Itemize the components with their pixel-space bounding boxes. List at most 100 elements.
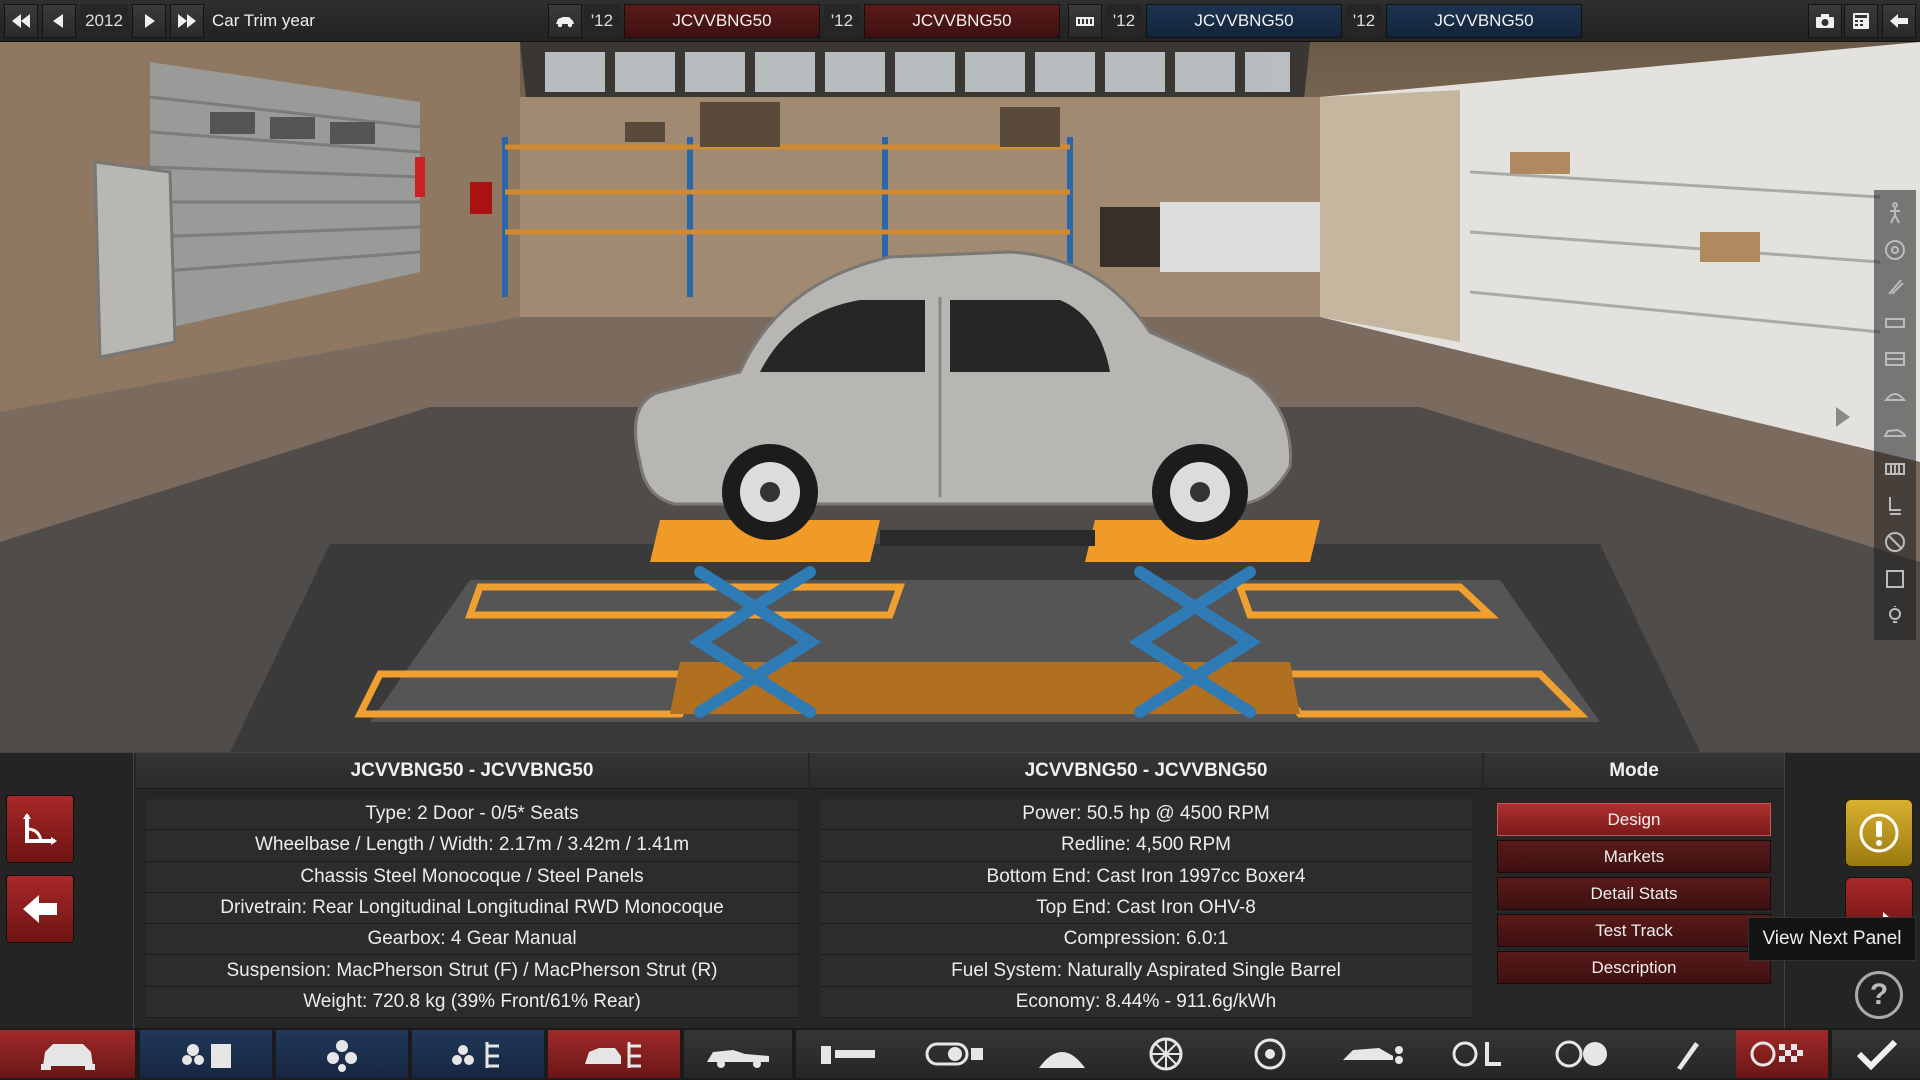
rim-icon [1149,1037,1183,1071]
car-body-icon[interactable] [548,4,582,38]
no-entry-icon[interactable] [1878,525,1912,559]
brakes-tool[interactable] [1216,1030,1324,1078]
garage-viewport[interactable] [0,42,1920,752]
stat-weight: Weight: 720.8 kg (39% Front/61% Rear) [146,986,798,1019]
engine-stats-list: Power: 50.5 hp @ 4500 RPM Redline: 4,500… [820,799,1472,1019]
axis-view-button[interactable] [6,795,74,863]
slot4-year: '12 [1346,4,1382,38]
brake-disc-icon [1254,1038,1286,1070]
car-side-icon [707,1050,769,1068]
suspension-tool[interactable] [1008,1030,1116,1078]
slot1-name[interactable]: JCVVBNG50 [624,4,820,38]
trim-tool[interactable] [548,1030,680,1078]
car-roof-icon[interactable] [1878,379,1912,413]
exclamation-icon [1859,813,1899,853]
interior-tool[interactable] [1424,1030,1532,1078]
trim-year-label: Car Trim year [212,11,315,30]
stat-power: Power: 50.5 hp @ 4500 RPM [820,799,1472,831]
safety-tool[interactable] [1528,1030,1636,1078]
stat-type: Type: 2 Door - 0/5* Seats [146,799,798,831]
view-next-panel-tooltip: View Next Panel [1748,917,1916,961]
engine-cylinder-icon [925,1042,983,1066]
stat-fuel-system: Fuel System: Naturally Aspirated Single … [820,955,1472,987]
engine-variant-tool[interactable] [276,1030,408,1078]
engine-icon[interactable] [1068,4,1102,38]
paint-tool[interactable] [1632,1030,1740,1078]
car-stats-list: Type: 2 Door - 0/5* Seats Wheelbase / Le… [146,799,798,1019]
car-aero-icon [1343,1046,1403,1064]
person-icon[interactable] [1878,196,1912,230]
spray-icon[interactable] [1878,269,1912,303]
chassis-icon [821,1046,875,1064]
slot2-year: '12 [824,4,860,38]
stat-economy: Economy: 8.44% - 911.6g/kWh [820,986,1472,1019]
slot3-name[interactable]: JCVVBNG50 [1146,4,1342,38]
engine-placement-tool[interactable] [900,1030,1008,1078]
engine-part-icon[interactable] [1878,306,1912,340]
stat-chassis: Chassis Steel Monocoque / Steel Panels [146,861,798,893]
calculator-icon[interactable] [1844,4,1878,38]
wheels-tool[interactable] [1112,1030,1220,1078]
warning-button[interactable] [1845,799,1913,867]
checkmark-icon [1856,1039,1898,1071]
rewind-icon[interactable] [4,4,38,38]
engine-tree-icon [452,1042,499,1068]
gauge-flag-icon [1750,1041,1803,1067]
left-arrow-icon [23,895,57,923]
chassis-tool[interactable] [796,1030,904,1078]
camera-tools-strip [1874,190,1916,640]
mode-description-button[interactable]: Description [1497,951,1771,984]
engine-block-icon [182,1044,231,1068]
engine-design-tool[interactable] [412,1030,544,1078]
camera-icon[interactable] [1808,4,1842,38]
car-front-icon [40,1044,95,1070]
axis-icon [23,813,57,845]
car-side-icon[interactable] [1878,416,1912,450]
next-year-icon[interactable] [132,4,166,38]
slot4-name[interactable]: JCVVBNG50 [1386,4,1582,38]
help-button[interactable]: ? [1855,971,1903,1019]
steering-seat-icon [1452,1041,1501,1067]
body-style-tool[interactable] [684,1030,792,1078]
year-display: 2012 [80,4,128,38]
finish-tool[interactable] [1832,1030,1920,1078]
stat-top-end: Top End: Cast Iron OHV-8 [820,892,1472,925]
stat-gearbox: Gearbox: 4 Gear Manual [146,924,798,956]
mode-markets-button[interactable]: Markets [1497,840,1771,873]
slot3-year: '12 [1106,4,1142,38]
stat-drivetrain: Drivetrain: Rear Longitudinal Longitudin… [146,892,798,925]
grille-icon[interactable] [1878,452,1912,486]
bottom-toolbar [0,1028,1920,1080]
info-panel: JCVVBNG50 - JCVVBNG50 Type: 2 Door - 0/5… [0,752,1920,1029]
engine-family-tool[interactable] [140,1030,272,1078]
stat-bottom-end: Bottom End: Cast Iron 1997cc Boxer4 [820,861,1472,893]
gear-half-icon [1039,1052,1085,1068]
stat-compression: Compression: 6.0:1 [820,924,1472,956]
spray-can-icon [1677,1042,1699,1070]
stat-suspension: Suspension: MacPherson Strut (F) / MacPh… [146,955,798,987]
lightbulb-icon[interactable] [1878,599,1912,633]
car-title: JCVVBNG50 - JCVVBNG50 [136,753,808,789]
steering-wheel-icon [1555,1040,1607,1068]
frame-icon[interactable] [1878,562,1912,596]
engine-title: JCVVBNG50 - JCVVBNG50 [810,753,1482,789]
car-model-tool[interactable] [0,1030,135,1078]
mode-design-button[interactable]: Design [1497,803,1771,836]
back-button[interactable] [6,875,74,943]
fast-forward-icon[interactable] [170,4,204,38]
slot2-name[interactable]: JCVVBNG50 [864,4,1060,38]
engine-parts-icon [327,1040,357,1072]
prev-year-icon[interactable] [42,4,76,38]
aero-tool[interactable] [1320,1030,1428,1078]
mode-title: Mode [1484,753,1784,789]
mode-test-track-button[interactable]: Test Track [1497,914,1771,947]
stat-redline: Redline: 4,500 RPM [820,830,1472,862]
back-arrow-icon[interactable] [1882,4,1916,38]
seat-icon[interactable] [1878,489,1912,523]
mode-detail-stats-button[interactable]: Detail Stats [1497,877,1771,910]
panel-icon[interactable] [1878,342,1912,376]
stat-dimensions: Wheelbase / Length / Width: 2.17m / 3.42… [146,830,798,862]
wheel-icon[interactable] [1878,233,1912,267]
car-trim-icon [585,1042,641,1068]
testing-tool[interactable] [1736,1030,1828,1078]
